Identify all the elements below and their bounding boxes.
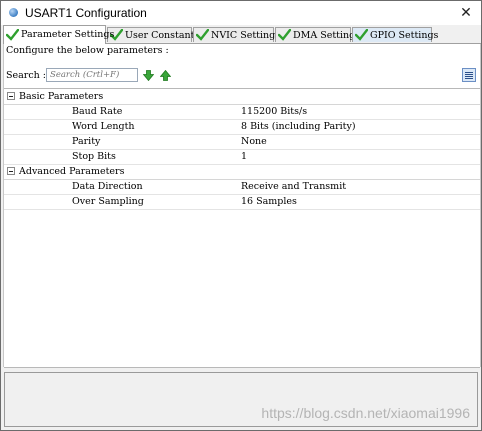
title-bar: USART1 Configuration ✕ <box>1 1 481 25</box>
search-input[interactable] <box>46 68 138 82</box>
tab-user-constants[interactable]: User Constants <box>107 27 199 42</box>
param-value[interactable]: 16 Samples <box>241 194 297 209</box>
param-row-word-length[interactable]: Word Length 8 Bits (including Parity) <box>4 119 480 135</box>
window-title: USART1 Configuration <box>25 6 147 20</box>
param-value[interactable]: None <box>241 134 267 149</box>
collapse-icon[interactable] <box>7 92 15 100</box>
param-name: Baud Rate <box>72 106 123 117</box>
collapse-icon[interactable] <box>7 167 15 175</box>
param-row-parity[interactable]: Parity None <box>4 134 480 150</box>
list-view-icon[interactable] <box>462 68 476 82</box>
arrow-up-icon[interactable] <box>160 70 171 81</box>
app-icon <box>9 8 18 17</box>
group-label: Advanced Parameters <box>19 166 125 177</box>
param-name: Word Length <box>72 121 135 132</box>
watermark: https://blog.csdn.net/xiaomai1996 <box>261 405 470 421</box>
param-name: Stop Bits <box>72 151 116 162</box>
param-row-data-direction[interactable]: Data Direction Receive and Transmit <box>4 179 480 195</box>
group-label: Basic Parameters <box>19 91 104 102</box>
group-advanced-parameters[interactable]: Advanced Parameters <box>4 164 480 180</box>
param-value[interactable]: Receive and Transmit <box>241 179 346 194</box>
param-value[interactable]: 1 <box>241 149 247 164</box>
parameter-tree: Basic Parameters Baud Rate 115200 Bits/s… <box>4 88 480 368</box>
tab-label: Parameter Settings <box>21 29 115 40</box>
close-button[interactable]: ✕ <box>451 1 481 25</box>
green-check-icon <box>6 29 19 41</box>
param-row-baud-rate[interactable]: Baud Rate 115200 Bits/s <box>4 104 480 120</box>
param-row-over-sampling[interactable]: Over Sampling 16 Samples <box>4 194 480 210</box>
param-value[interactable]: 8 Bits (including Parity) <box>241 119 356 134</box>
param-name: Over Sampling <box>72 196 144 207</box>
param-name: Data Direction <box>72 181 143 192</box>
tab-dma-settings[interactable]: DMA Settings <box>275 27 360 42</box>
tab-bar: Parameter Settings User Constants NVIC S… <box>3 25 481 44</box>
instructions-text: Configure the below parameters : <box>6 45 169 56</box>
tab-label: User Constants <box>125 30 200 41</box>
param-value[interactable]: 115200 Bits/s <box>241 104 307 119</box>
param-name: Parity <box>72 136 101 147</box>
green-check-icon <box>355 29 368 41</box>
green-check-icon <box>278 29 291 41</box>
param-row-stop-bits[interactable]: Stop Bits 1 <box>4 149 480 165</box>
group-basic-parameters[interactable]: Basic Parameters <box>4 89 480 105</box>
parameter-settings-panel: Configure the below parameters : Search … <box>3 44 481 368</box>
green-check-icon <box>196 29 209 41</box>
tab-parameter-settings[interactable]: Parameter Settings <box>3 25 114 44</box>
tab-gpio-settings[interactable]: GPIO Settings <box>352 27 438 42</box>
arrow-down-icon[interactable] <box>143 70 154 81</box>
tab-label: NVIC Settings <box>211 30 281 41</box>
tab-nvic-settings[interactable]: NVIC Settings <box>193 27 280 42</box>
search-label: Search : <box>6 70 46 81</box>
tab-label: GPIO Settings <box>370 30 439 41</box>
usart-config-window: USART1 Configuration ✕ Parameter Setting… <box>0 0 482 431</box>
tab-label: DMA Settings <box>293 30 361 41</box>
